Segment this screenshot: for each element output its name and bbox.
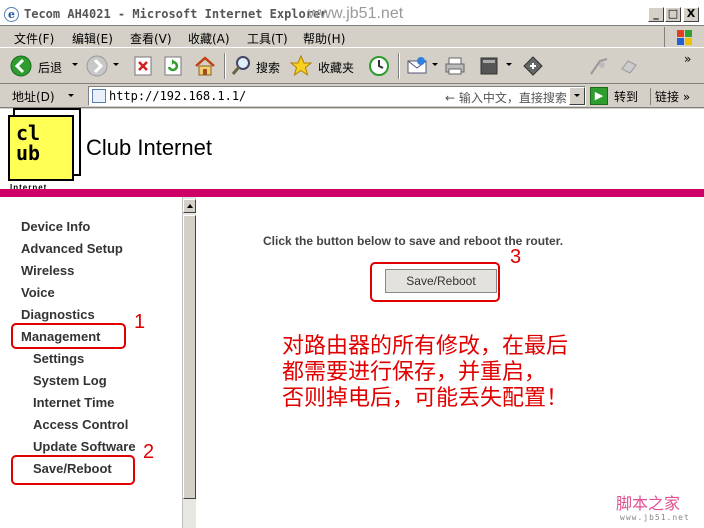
nav-access-control[interactable]: Access Control [33,417,128,432]
annotation-note-line2: 都需要进行保存，并重启， [282,360,547,385]
star-icon [290,55,312,77]
messenger-icon[interactable] [588,55,610,77]
address-input[interactable]: http://192.168.1.1/ ← 输入中文，直接搜索 [88,86,586,106]
favorites-button[interactable]: 收藏夹 [290,54,360,78]
search-label: 搜索 [256,61,281,75]
toolbar-more[interactable]: » [684,52,691,66]
home-icon[interactable] [194,55,216,77]
menu-view[interactable]: 查看(V) [130,30,172,47]
back-dropdown-icon [72,63,78,66]
nav-internet-time[interactable]: Internet Time [33,395,114,410]
nav-advanced-setup[interactable]: Advanced Setup [21,241,123,256]
menu-edit[interactable]: 编辑(E) [72,30,113,47]
scroll-up-icon[interactable] [183,199,196,213]
address-dropdown-button[interactable] [569,87,585,105]
annotation-box-button [370,262,500,302]
jb51-url: www.jb51.net [620,513,690,522]
address-url: http://192.168.1.1/ [109,89,247,103]
minimize-button[interactable]: _ [648,7,664,22]
address-bar: 地址(D) http://192.168.1.1/ ← 输入中文，直接搜索 ▶ … [0,84,704,108]
address-label: 地址(D) [12,90,55,104]
search-button[interactable]: 搜索 [230,54,282,78]
toolbar-separator [398,53,400,79]
address-label-dropdown-icon[interactable] [68,94,74,97]
nav-settings[interactable]: Settings [33,351,84,366]
back-arrow-icon [10,55,32,77]
address-hint: ← 输入中文，直接搜索 [445,91,567,105]
scroll-thumb[interactable] [183,215,196,499]
forward-arrow-icon[interactable] [86,55,108,77]
nav-system-log[interactable]: System Log [33,373,107,388]
annotation-step-2: 2 [143,441,155,463]
nav-voice[interactable]: Voice [21,285,55,300]
logo-text: cl ub [16,121,41,165]
annotation-box-save-reboot [11,455,135,485]
mail-icon[interactable] [406,55,428,77]
club-internet-logo: cl ub [8,115,74,181]
search-icon [231,56,250,75]
ie-icon: e [4,7,19,22]
back-label: 后退 [38,61,63,75]
window-title: Tecom AH4021 - Microsoft Internet Explor… [24,7,328,21]
nav-wireless[interactable]: Wireless [21,263,74,278]
toolbar-separator [224,53,226,79]
windows-logo-icon [664,27,698,47]
close-button[interactable]: X [683,7,699,22]
menu-help[interactable]: 帮助(H) [303,30,345,47]
page-icon [92,89,106,103]
watermark: www.jb51.net [308,5,404,22]
mail-dropdown-icon[interactable] [432,63,438,66]
brand-name: Club Internet [86,135,212,160]
annotation-box-management [11,323,126,349]
print-icon[interactable] [444,55,466,77]
annotation-step-1: 1 [134,311,146,333]
jb51-logo: 脚本之家 [616,494,681,513]
annotation-note-line1: 对路由器的所有修改，在最后 [282,334,569,359]
refresh-icon[interactable] [162,55,184,77]
back-button[interactable]: 后退 [6,54,78,78]
go-label: 转到 [614,90,639,104]
annotation-step-3: 3 [510,246,522,268]
menu-file[interactable]: 文件(F) [14,30,54,47]
maximize-button[interactable]: □ [665,7,681,22]
nav-update-software[interactable]: Update Software [33,439,136,454]
links-button[interactable]: 链接 » [650,88,690,105]
annotation-note-line3: 否则掉电后，可能丢失配置！ [282,386,569,411]
toolbar: 后退 搜索 收藏夹 » [0,49,704,84]
nav-scrollbar[interactable] [182,197,196,528]
nav-device-info[interactable]: Device Info [21,219,90,234]
research-icon[interactable] [618,55,640,77]
go-button[interactable]: ▶ 转到 [590,87,644,105]
history-icon[interactable] [368,55,390,77]
go-arrow-icon: ▶ [590,87,608,105]
menu-favorites[interactable]: 收藏(A) [188,30,230,47]
menu-bar: 文件(F) 编辑(E) 查看(V) 收藏(A) 工具(T) 帮助(H) [0,26,704,48]
page-header: cl ub Internet Club Internet [0,109,704,192]
discuss-icon[interactable] [522,55,544,77]
nav-diagnostics[interactable]: Diagnostics [21,307,95,322]
edit-icon[interactable] [478,55,500,77]
title-bar: e Tecom AH4021 - Microsoft Internet Expl… [0,4,704,26]
annotation-note: 对路由器的所有修改，在最后 都需要进行保存，并重启， 否则掉电后，可能丢失配置！ [282,334,568,412]
chevron-down-icon [574,94,580,97]
favorites-label: 收藏夹 [318,61,355,75]
header-rule [0,189,704,197]
stop-icon[interactable] [132,55,154,77]
forward-dropdown-icon[interactable] [113,63,119,66]
menu-tools[interactable]: 工具(T) [247,30,288,47]
edit-dropdown-icon[interactable] [506,63,512,66]
